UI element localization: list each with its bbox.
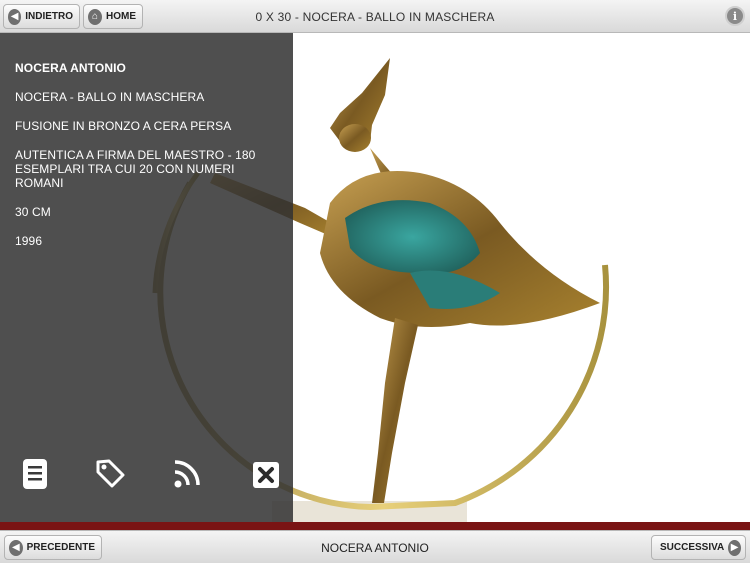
panel-actions	[0, 458, 293, 494]
home-button-label: HOME	[106, 11, 136, 22]
rss-icon[interactable]	[172, 458, 202, 490]
home-button[interactable]: ⌂ HOME	[83, 4, 143, 29]
close-icon[interactable]	[253, 462, 279, 488]
arrow-right-icon: ▶	[728, 539, 741, 556]
footer-title: NOCERA ANTONIO	[321, 540, 429, 555]
top-toolbar: ◀ INDIETRO ⌂ HOME 0 X 30 - NOCERA - BALL…	[0, 0, 750, 33]
previous-button-label: PRECEDENTE	[26, 542, 95, 553]
next-button[interactable]: SUCCESSIVA ▶	[651, 535, 746, 560]
artwork-details: NOCERA ANTONIO NOCERA - BALLO IN MASCHER…	[15, 61, 285, 263]
bottom-toolbar: ◀ PRECEDENTE NOCERA ANTONIO SUCCESSIVA ▶	[0, 530, 750, 563]
page-title: 0 X 30 - NOCERA - BALLO IN MASCHERA	[255, 9, 495, 24]
home-icon: ⌂	[88, 8, 102, 25]
artwork-technique: FUSIONE IN BRONZO A CERA PERSA	[15, 119, 232, 133]
arrow-left-icon: ◀	[8, 8, 22, 25]
previous-button[interactable]: ◀ PRECEDENTE	[4, 535, 102, 560]
back-button-label: INDIETRO	[25, 11, 73, 22]
artwork-edition: AUTENTICA A FIRMA DEL MAESTRO - 180 ESEM…	[15, 148, 256, 190]
artwork-year: 1996	[15, 234, 43, 248]
artwork-size: 30 CM	[15, 205, 51, 219]
back-button[interactable]: ◀ INDIETRO	[3, 4, 80, 29]
artwork-title: NOCERA - BALLO IN MASCHERA	[15, 90, 205, 104]
document-icon[interactable]	[20, 458, 50, 490]
tag-icon[interactable]	[95, 458, 125, 490]
bottom-accent-strip	[0, 522, 750, 530]
arrow-left-icon: ◀	[9, 539, 23, 556]
artist-name: NOCERA ANTONIO	[15, 61, 126, 75]
next-button-label: SUCCESSIVA	[660, 542, 725, 553]
info-icon[interactable]: i	[725, 6, 745, 26]
artwork-info-panel: NOCERA ANTONIO NOCERA - BALLO IN MASCHER…	[0, 33, 293, 522]
